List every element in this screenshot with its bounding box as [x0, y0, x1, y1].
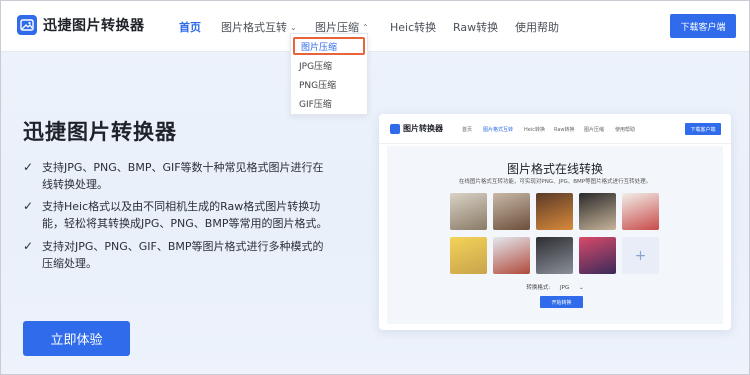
feature-item: ✓ 支持对JPG、PNG、GIF、BMP等图片格式进行多种模式的压缩处理。	[23, 238, 333, 272]
preview-format-row: 转换格式: JPG ⌄	[387, 283, 723, 291]
sample-image-thumbnail	[579, 237, 616, 274]
format-value: JPG	[560, 285, 570, 291]
dropdown-item-png-compress[interactable]: PNG压缩	[293, 75, 365, 93]
sample-image-thumbnail	[536, 193, 573, 230]
sample-image-thumbnail	[493, 193, 530, 230]
dropdown-item-image-compress[interactable]: 图片压缩	[293, 37, 365, 55]
check-icon: ✓	[23, 160, 34, 174]
preview-navbar: 图片转换器 首页 图片格式互转 Heic转换 Raw转换 图片压缩 使用帮助 下…	[379, 114, 731, 144]
feature-item: ✓ 支持JPG、PNG、BMP、GIF等数十种常见格式图片进行在线转换处理。	[23, 159, 333, 193]
sample-image-thumbnail	[450, 193, 487, 230]
preview-body: 图片格式在线转换 在线图片格式互转功能，可实现对PNG、JPG、BMP等图片格式…	[387, 146, 723, 324]
feature-item: ✓ 支持Heic格式以及由不同相机生成的Raw格式图片转换功能，轻松将其转换成J…	[23, 198, 333, 232]
feature-text: 支持JPG、PNG、BMP、GIF等数十种常见格式图片进行在线转换处理。	[42, 161, 324, 191]
nav-item-home[interactable]: 首页	[179, 19, 201, 35]
preview-logo: 图片转换器	[390, 123, 443, 134]
preview-nav-item: 使用帮助	[615, 127, 636, 133]
product-preview: 图片转换器 首页 图片格式互转 Heic转换 Raw转换 图片压缩 使用帮助 下…	[379, 114, 731, 330]
format-label: 转换格式:	[526, 285, 551, 291]
download-client-button[interactable]: 下载客户端	[670, 14, 736, 38]
dropdown-item-gif-compress[interactable]: GIF压缩	[293, 94, 365, 112]
feature-text: 支持对JPG、PNG、GIF、BMP等图片格式进行多种模式的压缩处理。	[42, 240, 324, 270]
check-icon: ✓	[23, 239, 34, 253]
try-now-button[interactable]: 立即体验	[23, 321, 130, 356]
nav-label: 首页	[179, 21, 201, 34]
check-icon: ✓	[23, 199, 34, 213]
preview-logo-text: 图片转换器	[403, 124, 443, 133]
preview-nav-item: 首页	[462, 127, 473, 133]
preview-nav-item: 图片格式互转	[483, 127, 514, 133]
chevron-down-icon: ⌄	[290, 22, 297, 32]
chevron-up-icon: ⌃	[362, 22, 369, 32]
dropdown-item-jpg-compress[interactable]: JPG压缩	[293, 56, 365, 74]
nav-item-format-convert[interactable]: 图片格式互转 ⌄	[221, 19, 297, 35]
nav-label: 使用帮助	[515, 21, 559, 34]
sample-image-thumbnail	[579, 193, 616, 230]
preview-nav-item: Heic转换	[524, 127, 545, 133]
nav-item-raw[interactable]: Raw转换	[453, 19, 498, 35]
preview-nav-item: Raw转换	[554, 127, 575, 133]
sample-image-thumbnail	[536, 237, 573, 274]
hero-title: 迅捷图片转换器	[23, 120, 177, 144]
brand-name: 迅捷图片转换器	[43, 18, 145, 34]
preview-download-button: 下载客户端	[685, 123, 721, 135]
preview-start-button: 开始转换	[540, 296, 583, 308]
preview-title: 图片格式在线转换	[506, 162, 603, 176]
feature-text: 支持Heic格式以及由不同相机生成的Raw格式图片转换功能，轻松将其转换成JPG…	[42, 200, 328, 230]
preview-nav-item: 图片压缩	[584, 127, 605, 133]
preview-subtitle: 在线图片格式互转功能，可实现对PNG、JPG、BMP等图片格式进行互转处理。	[458, 179, 652, 185]
image-logo-icon	[17, 15, 37, 35]
sample-image-thumbnail	[622, 193, 659, 230]
brand-logo[interactable]: 迅捷图片转换器	[17, 15, 145, 35]
add-image-icon: +	[622, 237, 659, 274]
nav-label: Heic转换	[390, 21, 437, 34]
image-logo-icon	[390, 123, 400, 134]
compress-dropdown-menu: 图片压缩 JPG压缩 PNG压缩 GIF压缩	[290, 33, 368, 115]
top-navbar: 迅捷图片转换器 首页 图片格式互转 ⌄ 图片压缩 ⌃ Heic转换 Raw转换 …	[1, 1, 749, 52]
chevron-down-icon: ⌄	[578, 285, 584, 291]
sample-image-thumbnail	[493, 237, 530, 274]
nav-item-heic[interactable]: Heic转换	[390, 19, 436, 35]
page-frame: 迅捷图片转换器 首页 图片格式互转 ⌄ 图片压缩 ⌃ Heic转换 Raw转换 …	[0, 0, 750, 375]
nav-item-help[interactable]: 使用帮助	[515, 19, 559, 35]
nav-label: 图片格式互转	[221, 21, 287, 34]
sample-image-thumbnail	[450, 237, 487, 274]
nav-label: Raw转换	[453, 21, 499, 34]
